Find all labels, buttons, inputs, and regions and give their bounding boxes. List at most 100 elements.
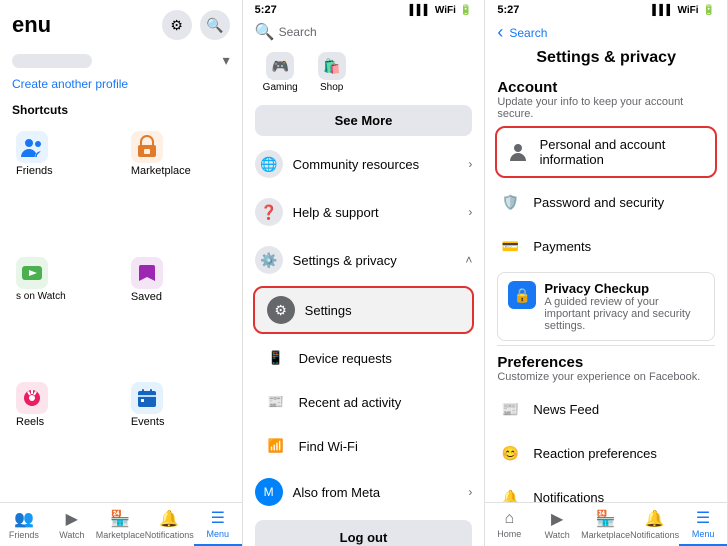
battery-icon: 🔋 xyxy=(460,5,472,16)
item-reaction-prefs[interactable]: 😊 Reaction preferences xyxy=(485,431,727,475)
back-bar-p2[interactable]: 🔍 Search xyxy=(243,20,485,46)
nav-friends-icon: 👥 xyxy=(14,509,34,529)
nav-menu[interactable]: ☰ Menu xyxy=(194,503,242,546)
item-password-security[interactable]: 🛡️ Password and security xyxy=(485,180,727,224)
sub-find-wifi[interactable]: 📶 Find Wi-Fi xyxy=(251,424,485,468)
privacy-checkup-card[interactable]: 🔒 Privacy Checkup A guided review of you… xyxy=(497,272,715,341)
shortcut-events[interactable]: Events xyxy=(123,376,234,498)
payments-icon: 💳 xyxy=(497,233,523,259)
shortcut-reels[interactable]: Reels xyxy=(8,376,119,498)
password-icon: 🛡️ xyxy=(497,189,523,215)
notifications-pref-icon: 🔔 xyxy=(497,484,523,502)
item-personal-info[interactable]: Personal and account information xyxy=(497,128,715,176)
signal-icon-p3: ▌▌▌ xyxy=(652,5,673,16)
status-icons-p3: ▌▌▌ WiFi 🔋 xyxy=(652,5,715,16)
nav-marketplace[interactable]: 🏪 Marketplace xyxy=(96,503,145,546)
wifi-icon: WiFi xyxy=(435,5,456,16)
status-bar-p3: 5:27 ▌▌▌ WiFi 🔋 xyxy=(485,0,727,20)
privacy-checkup-content: Privacy Checkup A guided review of your … xyxy=(544,281,704,332)
logout-button[interactable]: Log out xyxy=(255,520,473,546)
status-bar-p2: 5:27 ▌▌▌ WiFi 🔋 xyxy=(243,0,485,20)
bottom-nav-panel1: 👥 Friends ▶ Watch 🏪 Marketplace 🔔 Notifi… xyxy=(0,502,242,546)
meta-chevron-icon: › xyxy=(468,485,472,499)
panel-menu: enu ⚙ 🔍 ▾ Create another profile Shortcu… xyxy=(0,0,243,546)
nav-p3-notifications[interactable]: 🔔 Notifications xyxy=(630,503,679,546)
back-label-p2: Search xyxy=(279,25,317,39)
menu-settings-privacy[interactable]: ⚙️ Settings & privacy ˄ xyxy=(243,236,485,284)
sub-device-requests[interactable]: 📱 Device requests xyxy=(251,336,485,380)
shortcut-saved[interactable]: Saved xyxy=(123,251,234,373)
nav-watch-icon: ▶ xyxy=(66,509,78,529)
nav-menu-icon: ☰ xyxy=(211,508,225,528)
tabs-row: 🎮 Gaming 🛍️ Shop xyxy=(243,46,485,101)
settings-privacy-chevron-icon: ˄ xyxy=(465,253,472,267)
reels-icon xyxy=(16,382,48,414)
community-icon: 🌐 xyxy=(255,150,283,178)
profile-chevron-icon: ▾ xyxy=(223,52,230,69)
shortcut-friends[interactable]: Friends xyxy=(8,125,119,247)
privacy-card-title: Privacy Checkup xyxy=(544,281,704,296)
status-time-p2: 5:27 xyxy=(255,4,277,16)
community-chevron-icon: › xyxy=(468,157,472,171)
bottom-nav-panel3: ⌂ Home ▶ Watch 🏪 Marketplace 🔔 Notificat… xyxy=(485,502,727,546)
shortcut-marketplace[interactable]: Marketplace xyxy=(123,125,234,247)
saved-label: Saved xyxy=(131,291,162,303)
recent-ad-icon: 📰 xyxy=(263,389,289,415)
search-icon-button[interactable]: 🔍 xyxy=(200,10,230,40)
tab-gaming[interactable]: 🎮 Gaming xyxy=(255,48,306,97)
privacy-card-desc: A guided review of your important privac… xyxy=(544,296,704,332)
signal-icon: ▌▌▌ xyxy=(410,5,431,16)
meta-icon: M xyxy=(255,478,283,506)
marketplace-icon xyxy=(131,131,163,163)
nav-p3-watch[interactable]: ▶ Watch xyxy=(533,503,581,546)
shop-icon: 🛍️ xyxy=(318,52,346,80)
menu-title: enu xyxy=(12,12,51,38)
shortcut-watch[interactable]: s on Watch xyxy=(8,251,119,373)
shortcuts-section-label: Shortcuts xyxy=(0,99,242,121)
item-notifications-pref[interactable]: 🔔 Notifications xyxy=(485,475,727,502)
watch-label: s on Watch xyxy=(16,291,66,302)
reels-label: Reels xyxy=(16,416,44,428)
item-news-feed[interactable]: 📰 News Feed xyxy=(485,387,727,431)
nav-p3-home[interactable]: ⌂ Home xyxy=(485,503,533,546)
status-time-p3: 5:27 xyxy=(497,4,519,16)
see-more-button[interactable]: See More xyxy=(255,105,473,136)
page-title-p3: Settings & privacy xyxy=(485,47,727,73)
back-search-label: Search xyxy=(509,26,547,40)
news-feed-icon: 📰 xyxy=(497,396,523,422)
wifi-icon-p3: WiFi xyxy=(678,5,699,16)
sub-recent-ad-activity[interactable]: 📰 Recent ad activity xyxy=(251,380,485,424)
nav-marketplace-icon: 🏪 xyxy=(110,509,130,529)
gear-icon-button[interactable]: ⚙ xyxy=(162,10,192,40)
nav-watch[interactable]: ▶ Watch xyxy=(48,503,96,546)
menu-help-left: ❓ Help & support xyxy=(255,198,379,226)
back-bar-p3[interactable]: ‹ Search xyxy=(485,20,727,47)
nav-friends[interactable]: 👥 Friends xyxy=(0,503,48,546)
back-icon-p2: 🔍 xyxy=(255,22,275,42)
menu-community-resources[interactable]: 🌐 Community resources › xyxy=(243,140,485,188)
settings-row-icon: ⚙ xyxy=(267,296,295,324)
profile-row[interactable]: ▾ xyxy=(0,46,242,75)
panel-settings-detail: 5:27 ▌▌▌ WiFi 🔋 ‹ Search Settings & priv… xyxy=(485,0,728,546)
saved-icon xyxy=(131,257,163,289)
item-payments[interactable]: 💳 Payments xyxy=(485,224,727,268)
events-label: Events xyxy=(131,416,165,428)
settings-privacy-icon: ⚙️ xyxy=(255,246,283,274)
menu-header-icons: ⚙ 🔍 xyxy=(162,10,230,40)
menu-help-support[interactable]: ❓ Help & support › xyxy=(243,188,485,236)
create-profile-link[interactable]: Create another profile xyxy=(0,75,242,99)
settings-highlighted-row[interactable]: ⚙ Settings xyxy=(253,286,475,334)
preferences-section-title: Preferences xyxy=(485,348,727,371)
marketplace-label: Marketplace xyxy=(131,165,191,177)
tab-shop[interactable]: 🛍️ Shop xyxy=(310,48,354,97)
help-chevron-icon: › xyxy=(468,205,472,219)
nav-p3-menu[interactable]: ☰ Menu xyxy=(679,503,727,546)
nav-notifications[interactable]: 🔔 Notifications xyxy=(145,503,194,546)
device-requests-icon: 📱 xyxy=(263,345,289,371)
preferences-section-desc: Customize your experience on Facebook. xyxy=(485,371,727,387)
nav-p3-marketplace[interactable]: 🏪 Marketplace xyxy=(581,503,630,546)
nav-p3-watch-icon: ▶ xyxy=(551,509,563,529)
meta-left: M Also from Meta xyxy=(255,478,380,506)
nav-p3-marketplace-icon: 🏪 xyxy=(596,509,616,529)
menu-also-from-meta[interactable]: M Also from Meta › xyxy=(243,468,485,516)
